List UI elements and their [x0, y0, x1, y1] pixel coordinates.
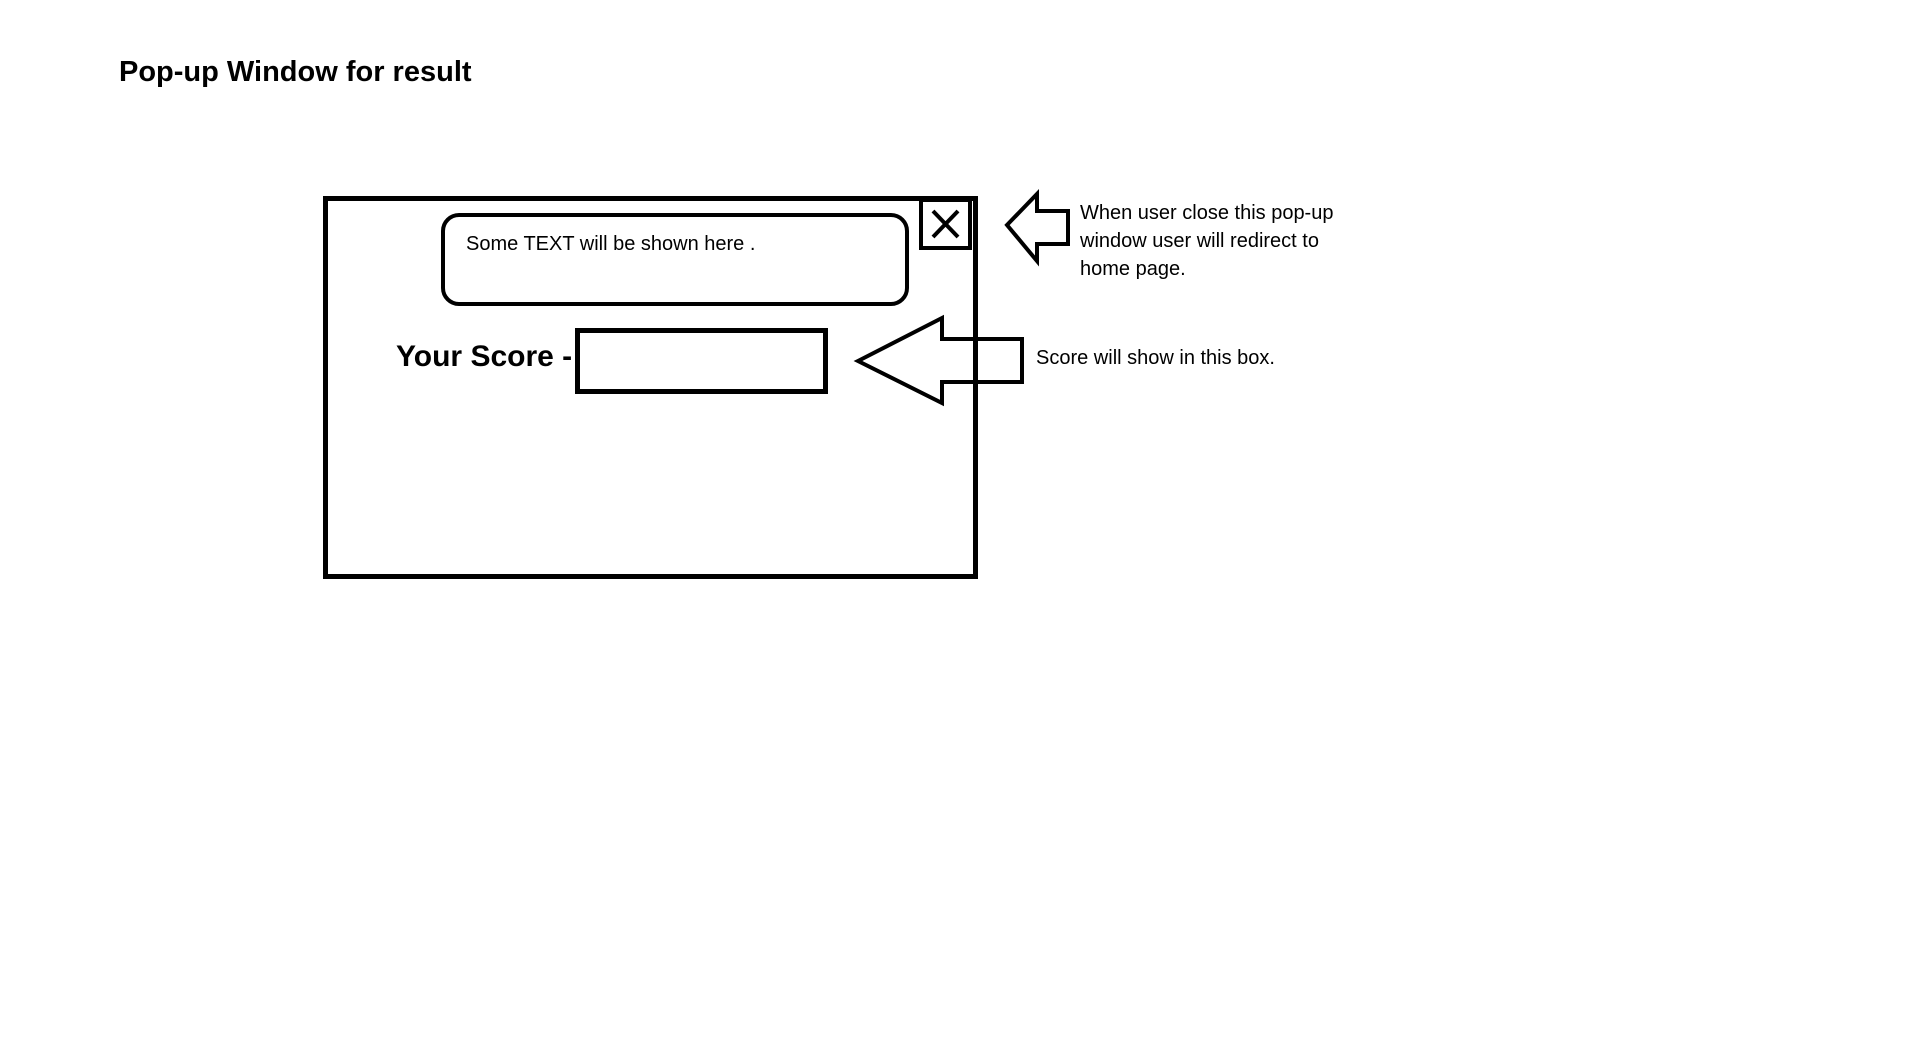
- annotation-arrows: [853, 189, 1070, 407]
- close-annotation: When user close this pop-up window user …: [1080, 202, 1334, 280]
- close-arrow: [1004, 189, 1070, 267]
- score-arrow: [853, 314, 1024, 407]
- score-annotation: Score will show in this box.: [1036, 347, 1275, 369]
